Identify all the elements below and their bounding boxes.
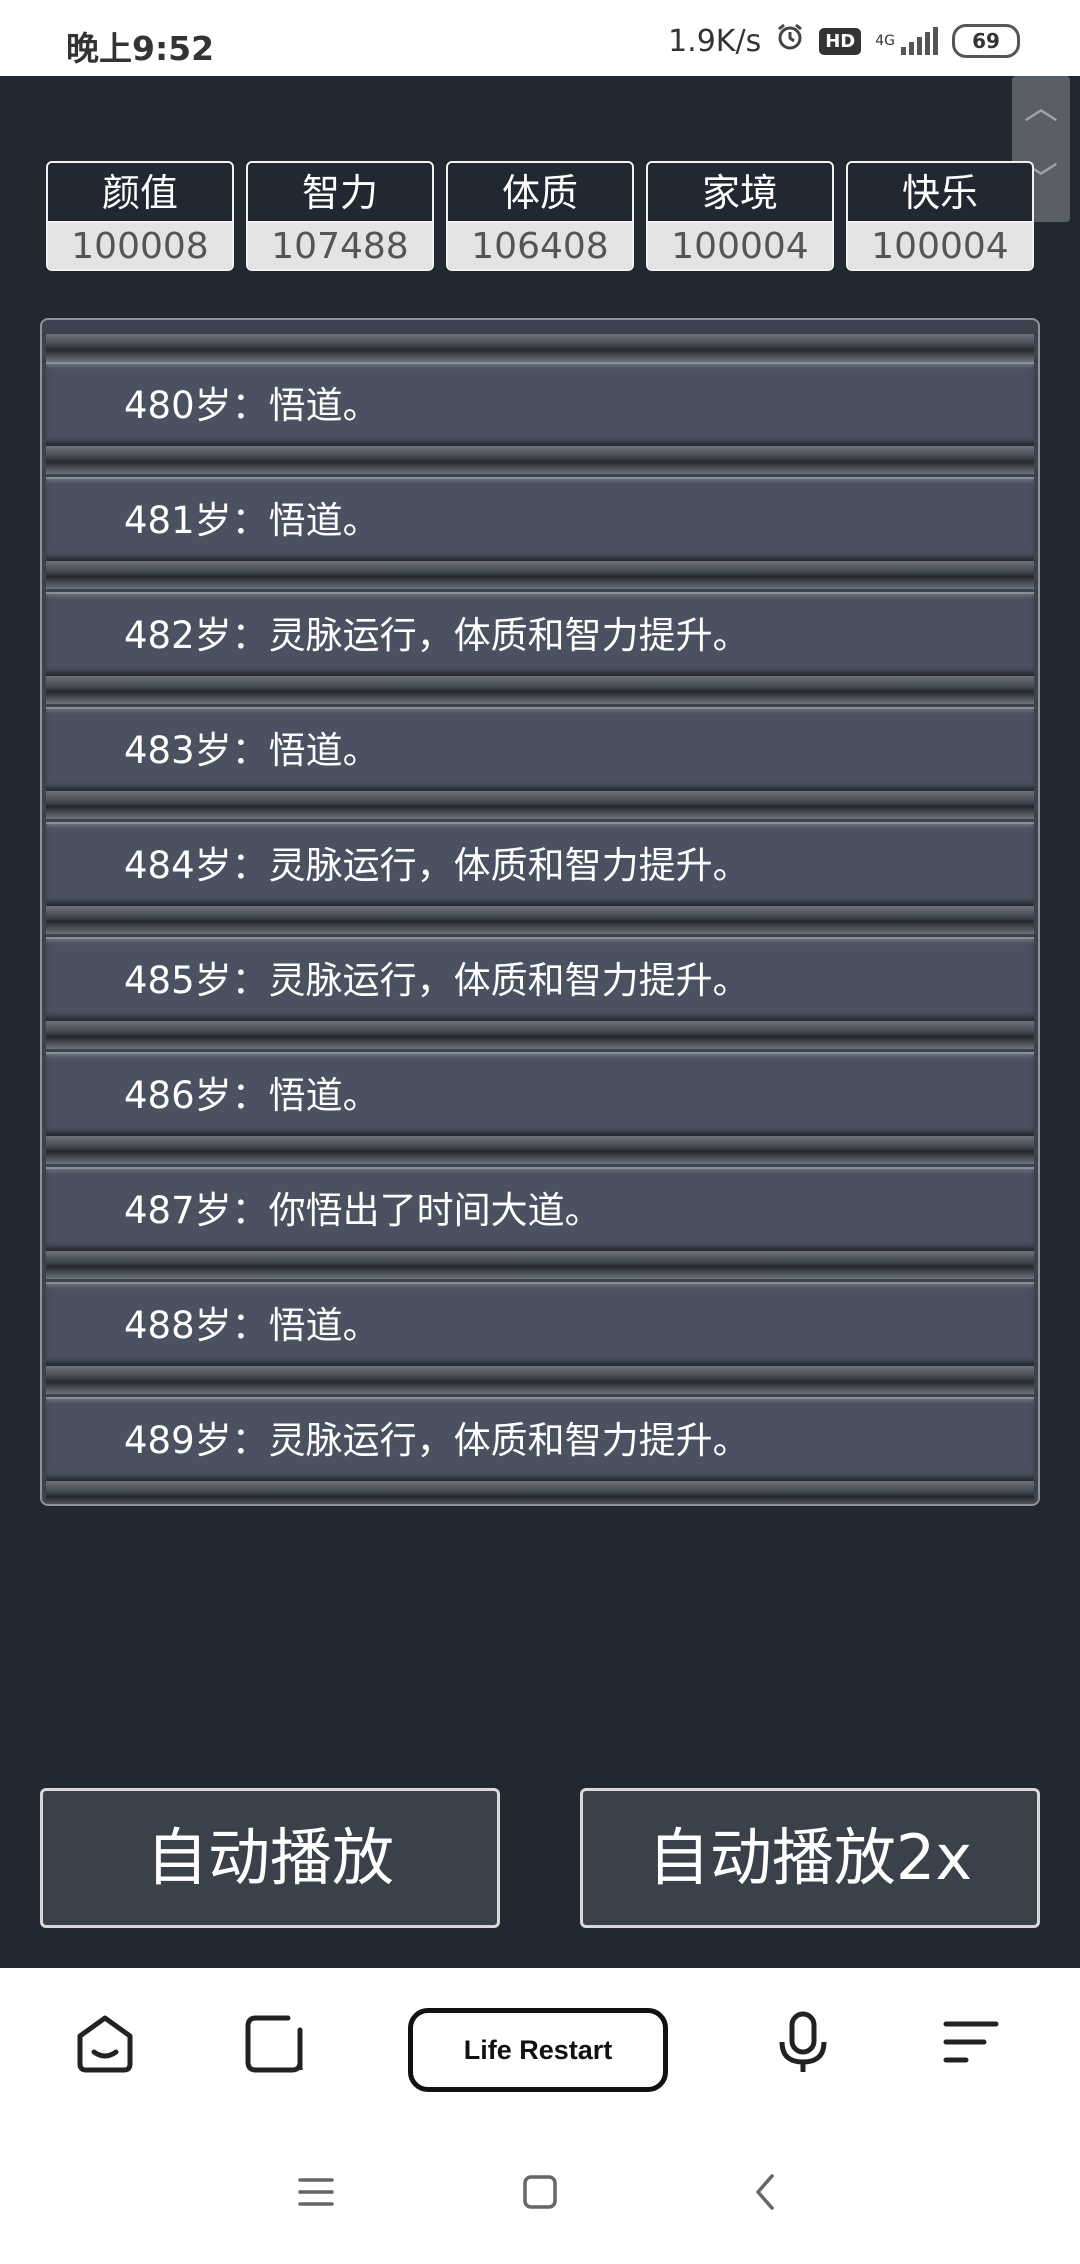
stat-label: 快乐 — [901, 171, 978, 215]
log-entry: 480岁：悟道。 — [46, 362, 1034, 446]
log-entry: 481岁：悟道。 — [46, 477, 1034, 561]
life-log[interactable]: 480岁：悟道。 481岁：悟道。 482岁：灵脉运行，体质和智力提升。 483… — [40, 318, 1040, 1506]
stat-family: 家境 100004 — [646, 161, 834, 271]
log-entry: 483岁：悟道。 — [46, 707, 1034, 791]
alarm-icon — [775, 22, 805, 60]
status-bar: 晚上9:52 1.9K/s HD 4G 69 — [0, 0, 1080, 76]
game-area: ︿ ﹀ 颜值 100008 智力 107488 体质 106408 家境 100… — [0, 76, 1080, 1968]
stat-value: 107488 — [248, 221, 432, 269]
log-entry: 489岁：灵脉运行，体质和智力提升。 — [46, 1397, 1034, 1481]
stat-label: 颜值 — [101, 171, 178, 215]
log-separator — [46, 561, 1034, 589]
stat-intelligence: 智力 107488 — [246, 161, 434, 271]
log-separator — [46, 1251, 1034, 1279]
menu-icon[interactable] — [936, 2008, 1006, 2078]
log-entry: 485岁：灵脉运行，体质和智力提升。 — [46, 937, 1034, 1021]
home-square-icon[interactable] — [510, 2162, 570, 2222]
status-time: 晚上9:52 — [66, 29, 215, 68]
back-icon[interactable] — [736, 2162, 796, 2222]
log-separator — [46, 676, 1034, 704]
log-entry: 488岁：悟道。 — [46, 1282, 1034, 1366]
stat-appearance: 颜值 100008 — [46, 161, 234, 271]
log-separator — [46, 334, 1034, 362]
page-title-pill[interactable]: Life Restart — [408, 2008, 668, 2092]
recents-icon[interactable] — [286, 2162, 346, 2222]
log-entry: 486岁：悟道。 — [46, 1052, 1034, 1136]
stat-value: 106408 — [448, 221, 632, 269]
microphone-icon[interactable] — [768, 2008, 838, 2078]
log-entry: 482岁：灵脉运行，体质和智力提升。 — [46, 592, 1034, 676]
log-separator — [46, 906, 1034, 934]
home-icon[interactable] — [70, 2008, 140, 2078]
stat-label: 智力 — [301, 171, 378, 215]
stat-value: 100004 — [848, 221, 1032, 269]
log-separator — [46, 1021, 1034, 1049]
log-separator — [46, 1136, 1034, 1164]
stat-label: 体质 — [501, 171, 578, 215]
signal-icon — [901, 27, 938, 55]
stat-value: 100008 — [48, 221, 232, 269]
log-entry: 484岁：灵脉运行，体质和智力提升。 — [46, 822, 1034, 906]
auto-play-button[interactable]: 自动播放 — [40, 1788, 500, 1928]
status-indicators: 1.9K/s HD 4G 69 — [668, 22, 1020, 60]
network-type: 4G — [875, 33, 895, 49]
auto-play-2x-button[interactable]: 自动播放2x — [580, 1788, 1040, 1928]
log-separator — [46, 1366, 1034, 1394]
tabs-icon[interactable] — [238, 2008, 308, 2078]
system-navigation-bar — [0, 2118, 1080, 2264]
log-separator — [46, 791, 1034, 819]
battery-level: 69 — [972, 29, 1000, 53]
log-separator — [46, 446, 1034, 474]
net-speed: 1.9K/s — [668, 23, 762, 59]
stat-constitution: 体质 106408 — [446, 161, 634, 271]
stat-value: 100004 — [648, 221, 832, 269]
hd-badge: HD — [819, 27, 862, 55]
attribute-stats: 颜值 100008 智力 107488 体质 106408 家境 100004 … — [46, 161, 1034, 271]
stat-happiness: 快乐 100004 — [846, 161, 1034, 271]
log-entry: 487岁：你悟出了时间大道。 — [46, 1167, 1034, 1251]
browser-bottom-bar: Life Restart — [0, 1968, 1080, 2118]
scroll-up-icon[interactable]: ︿ — [1012, 80, 1070, 129]
log-separator — [46, 1481, 1034, 1504]
stat-label: 家境 — [701, 171, 778, 215]
playback-actions: 自动播放 自动播放2x — [40, 1788, 1040, 1928]
battery-icon: 69 — [952, 24, 1020, 58]
